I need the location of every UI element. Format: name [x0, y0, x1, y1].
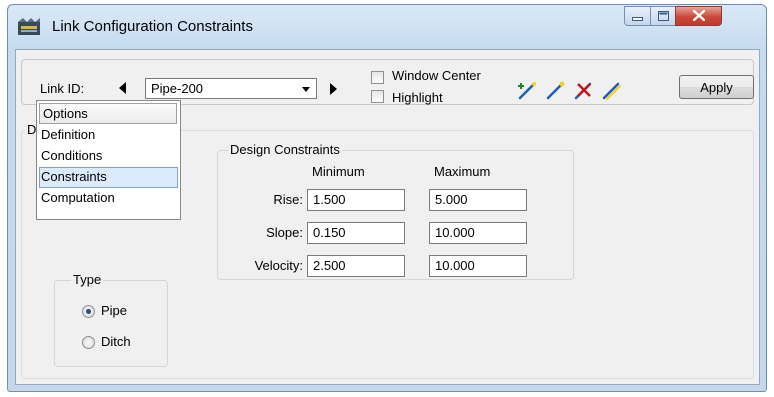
- window-title: Link Configuration Constraints: [52, 18, 253, 35]
- highlight-label: Highlight: [392, 90, 443, 105]
- chevron-down-icon: [302, 87, 310, 92]
- minimize-button[interactable]: [624, 6, 651, 26]
- highlight-checkbox[interactable]: [371, 90, 384, 103]
- velocity-maximum-field[interactable]: 10.000: [429, 255, 527, 277]
- pipe-app-icon: [18, 18, 40, 36]
- list-item[interactable]: Definition: [39, 125, 178, 146]
- edit-link-icon[interactable]: [545, 80, 567, 102]
- minimum-header: Minimum: [312, 164, 365, 179]
- rise-label: Rise:: [273, 192, 303, 207]
- ditch-radio[interactable]: [82, 336, 95, 349]
- slope-minimum-field[interactable]: 0.150: [307, 222, 405, 244]
- list-item-selected[interactable]: Constraints: [39, 167, 178, 188]
- options-listbox[interactable]: Options Definition Conditions Constraint…: [36, 100, 181, 220]
- velocity-label: Velocity:: [254, 258, 303, 273]
- window-center-checkbox[interactable]: [371, 71, 384, 84]
- list-item[interactable]: Computation: [39, 188, 178, 209]
- type-group: [54, 280, 168, 367]
- rise-minimum-field[interactable]: 1.500: [307, 189, 405, 211]
- minimize-icon: [632, 9, 643, 24]
- window-center-label: Window Center: [392, 68, 481, 83]
- close-icon: [692, 9, 705, 24]
- title-bar[interactable]: Link Configuration Constraints: [8, 5, 766, 49]
- previous-link-arrow-icon[interactable]: [119, 82, 126, 94]
- maximize-icon: [657, 9, 669, 24]
- pipe-radio[interactable]: [82, 305, 95, 318]
- options-header: Options: [39, 103, 177, 124]
- maximize-button[interactable]: [650, 6, 676, 26]
- type-title: Type: [71, 272, 104, 287]
- link-id-dropdown[interactable]: Pipe-200: [145, 78, 317, 99]
- slope-label: Slope:: [266, 225, 303, 240]
- connect-link-icon[interactable]: [601, 80, 623, 102]
- apply-button[interactable]: Apply: [679, 75, 754, 99]
- link-toolbar-panel: [21, 59, 754, 105]
- velocity-minimum-field[interactable]: 2.500: [307, 255, 405, 277]
- link-id-label: Link ID:: [40, 81, 85, 96]
- link-id-value: Pipe-200: [151, 81, 204, 96]
- slope-maximum-field[interactable]: 10.000: [429, 222, 527, 244]
- maximum-header: Maximum: [434, 164, 491, 179]
- close-button[interactable]: [675, 6, 722, 26]
- rise-maximum-field[interactable]: 5.000: [429, 189, 527, 211]
- design-constraints-title: Design Constraints: [228, 142, 342, 157]
- ditch-label: Ditch: [101, 334, 131, 349]
- list-item[interactable]: Conditions: [39, 146, 178, 167]
- delete-link-icon[interactable]: [573, 80, 595, 102]
- radio-selected-dot: [86, 309, 91, 314]
- dialog-window: Link Configuration Constraints Link ID: …: [7, 4, 767, 392]
- add-link-icon[interactable]: [517, 80, 539, 102]
- pipe-label: Pipe: [101, 303, 128, 318]
- next-link-arrow-icon[interactable]: [330, 83, 337, 95]
